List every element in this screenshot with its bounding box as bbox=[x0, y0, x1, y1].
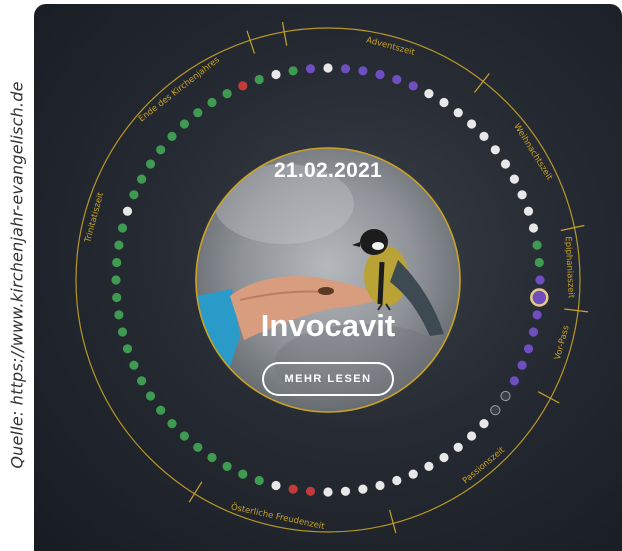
day-dot[interactable] bbox=[375, 480, 385, 491]
day-dot[interactable] bbox=[129, 190, 139, 200]
day-dot[interactable] bbox=[479, 419, 489, 429]
day-dot[interactable] bbox=[305, 64, 316, 74]
day-dot[interactable] bbox=[467, 119, 477, 129]
day-dot[interactable] bbox=[500, 390, 511, 402]
day-dot[interactable] bbox=[509, 376, 519, 386]
day-dot[interactable] bbox=[167, 419, 177, 429]
day-dot[interactable] bbox=[408, 469, 418, 479]
day-dot[interactable] bbox=[207, 97, 217, 108]
day-dot[interactable] bbox=[358, 66, 368, 76]
source-caption: Quelle: https://www.kirchenjahr-evangeli… bbox=[0, 0, 34, 551]
day-dot[interactable] bbox=[535, 275, 545, 285]
season-divider bbox=[281, 21, 288, 46]
day-dot[interactable] bbox=[288, 484, 298, 494]
day-dot[interactable] bbox=[238, 469, 248, 479]
read-more-button[interactable]: MEHR LESEN bbox=[262, 362, 394, 396]
day-dot[interactable] bbox=[340, 486, 351, 496]
day-dot[interactable] bbox=[207, 452, 217, 463]
day-dot[interactable] bbox=[523, 344, 534, 354]
season-label[interactable]: Passionszeit bbox=[461, 445, 507, 486]
season-divider bbox=[246, 30, 256, 54]
date-label: 21.02.2021 bbox=[273, 159, 383, 182]
day-dot[interactable] bbox=[490, 405, 501, 416]
day-dot[interactable] bbox=[424, 89, 434, 99]
day-dot[interactable] bbox=[193, 442, 203, 452]
day-dot[interactable] bbox=[392, 475, 402, 486]
day-dot[interactable] bbox=[112, 292, 122, 303]
season-divider bbox=[389, 509, 397, 534]
day-dot[interactable] bbox=[453, 108, 463, 118]
day-dot[interactable] bbox=[129, 360, 139, 370]
source-caption-text: Quelle: https://www.kirchenjahr-evangeli… bbox=[7, 81, 27, 469]
day-dot[interactable] bbox=[122, 344, 133, 354]
season-label[interactable]: Epiphaniaszeit bbox=[563, 236, 576, 299]
day-dot[interactable] bbox=[408, 81, 418, 91]
day-dot[interactable] bbox=[439, 97, 449, 108]
day-dot[interactable] bbox=[323, 63, 333, 73]
day-dot[interactable] bbox=[490, 145, 500, 155]
day-dot[interactable] bbox=[528, 223, 539, 233]
day-dot[interactable] bbox=[340, 64, 351, 74]
day-dot[interactable] bbox=[517, 360, 527, 370]
day-dot[interactable] bbox=[532, 240, 542, 250]
day-dot[interactable] bbox=[114, 240, 124, 250]
day-dot[interactable] bbox=[167, 131, 177, 141]
day-dot[interactable] bbox=[453, 442, 463, 452]
day-dot[interactable] bbox=[137, 376, 147, 386]
day-dot[interactable] bbox=[193, 108, 203, 118]
day-dot[interactable] bbox=[254, 74, 264, 85]
day-dot[interactable] bbox=[179, 119, 189, 129]
church-year-wheel: Ende des Kirchenjahres Adventszeit Weihnac… bbox=[34, 4, 622, 551]
day-dot[interactable] bbox=[122, 206, 133, 216]
wheel-graphic: Ende des KirchenjahresAdventszeitWeihnac… bbox=[75, 21, 589, 534]
season-label[interactable]: Ende des Kirchenjahres bbox=[137, 55, 222, 125]
day-dot[interactable] bbox=[254, 475, 264, 486]
day-dot[interactable] bbox=[145, 391, 156, 401]
day-dot[interactable] bbox=[111, 275, 121, 285]
day-dot[interactable] bbox=[222, 89, 232, 99]
day-dot[interactable] bbox=[375, 69, 385, 80]
day-dot[interactable] bbox=[479, 131, 489, 141]
day-dot[interactable] bbox=[271, 69, 281, 80]
day-dot[interactable] bbox=[392, 74, 402, 85]
day-dot[interactable] bbox=[424, 461, 434, 471]
day-dot[interactable] bbox=[117, 223, 128, 233]
day-dot[interactable] bbox=[534, 257, 544, 268]
season-label[interactable]: Trinitatiszeit bbox=[83, 191, 106, 245]
season-divider bbox=[560, 224, 585, 232]
day-dot[interactable] bbox=[238, 81, 248, 91]
day-dot[interactable] bbox=[467, 431, 477, 441]
day-dot[interactable] bbox=[439, 452, 449, 463]
day-dot[interactable] bbox=[179, 431, 189, 441]
day-dot[interactable] bbox=[358, 484, 368, 494]
day-dot[interactable] bbox=[523, 206, 534, 216]
day-dot[interactable] bbox=[112, 257, 122, 268]
day-dot[interactable] bbox=[305, 486, 316, 496]
day-dot[interactable] bbox=[156, 405, 166, 415]
day-dot[interactable] bbox=[517, 190, 527, 200]
event-title: Invocavit bbox=[260, 308, 396, 343]
day-dot[interactable] bbox=[323, 487, 333, 497]
current-day-dot[interactable] bbox=[530, 288, 549, 307]
day-dot[interactable] bbox=[156, 145, 166, 155]
day-dot[interactable] bbox=[222, 461, 232, 471]
day-dot[interactable] bbox=[288, 66, 298, 76]
season-label[interactable]: Adventszeit bbox=[365, 35, 416, 58]
day-dot[interactable] bbox=[271, 480, 281, 491]
